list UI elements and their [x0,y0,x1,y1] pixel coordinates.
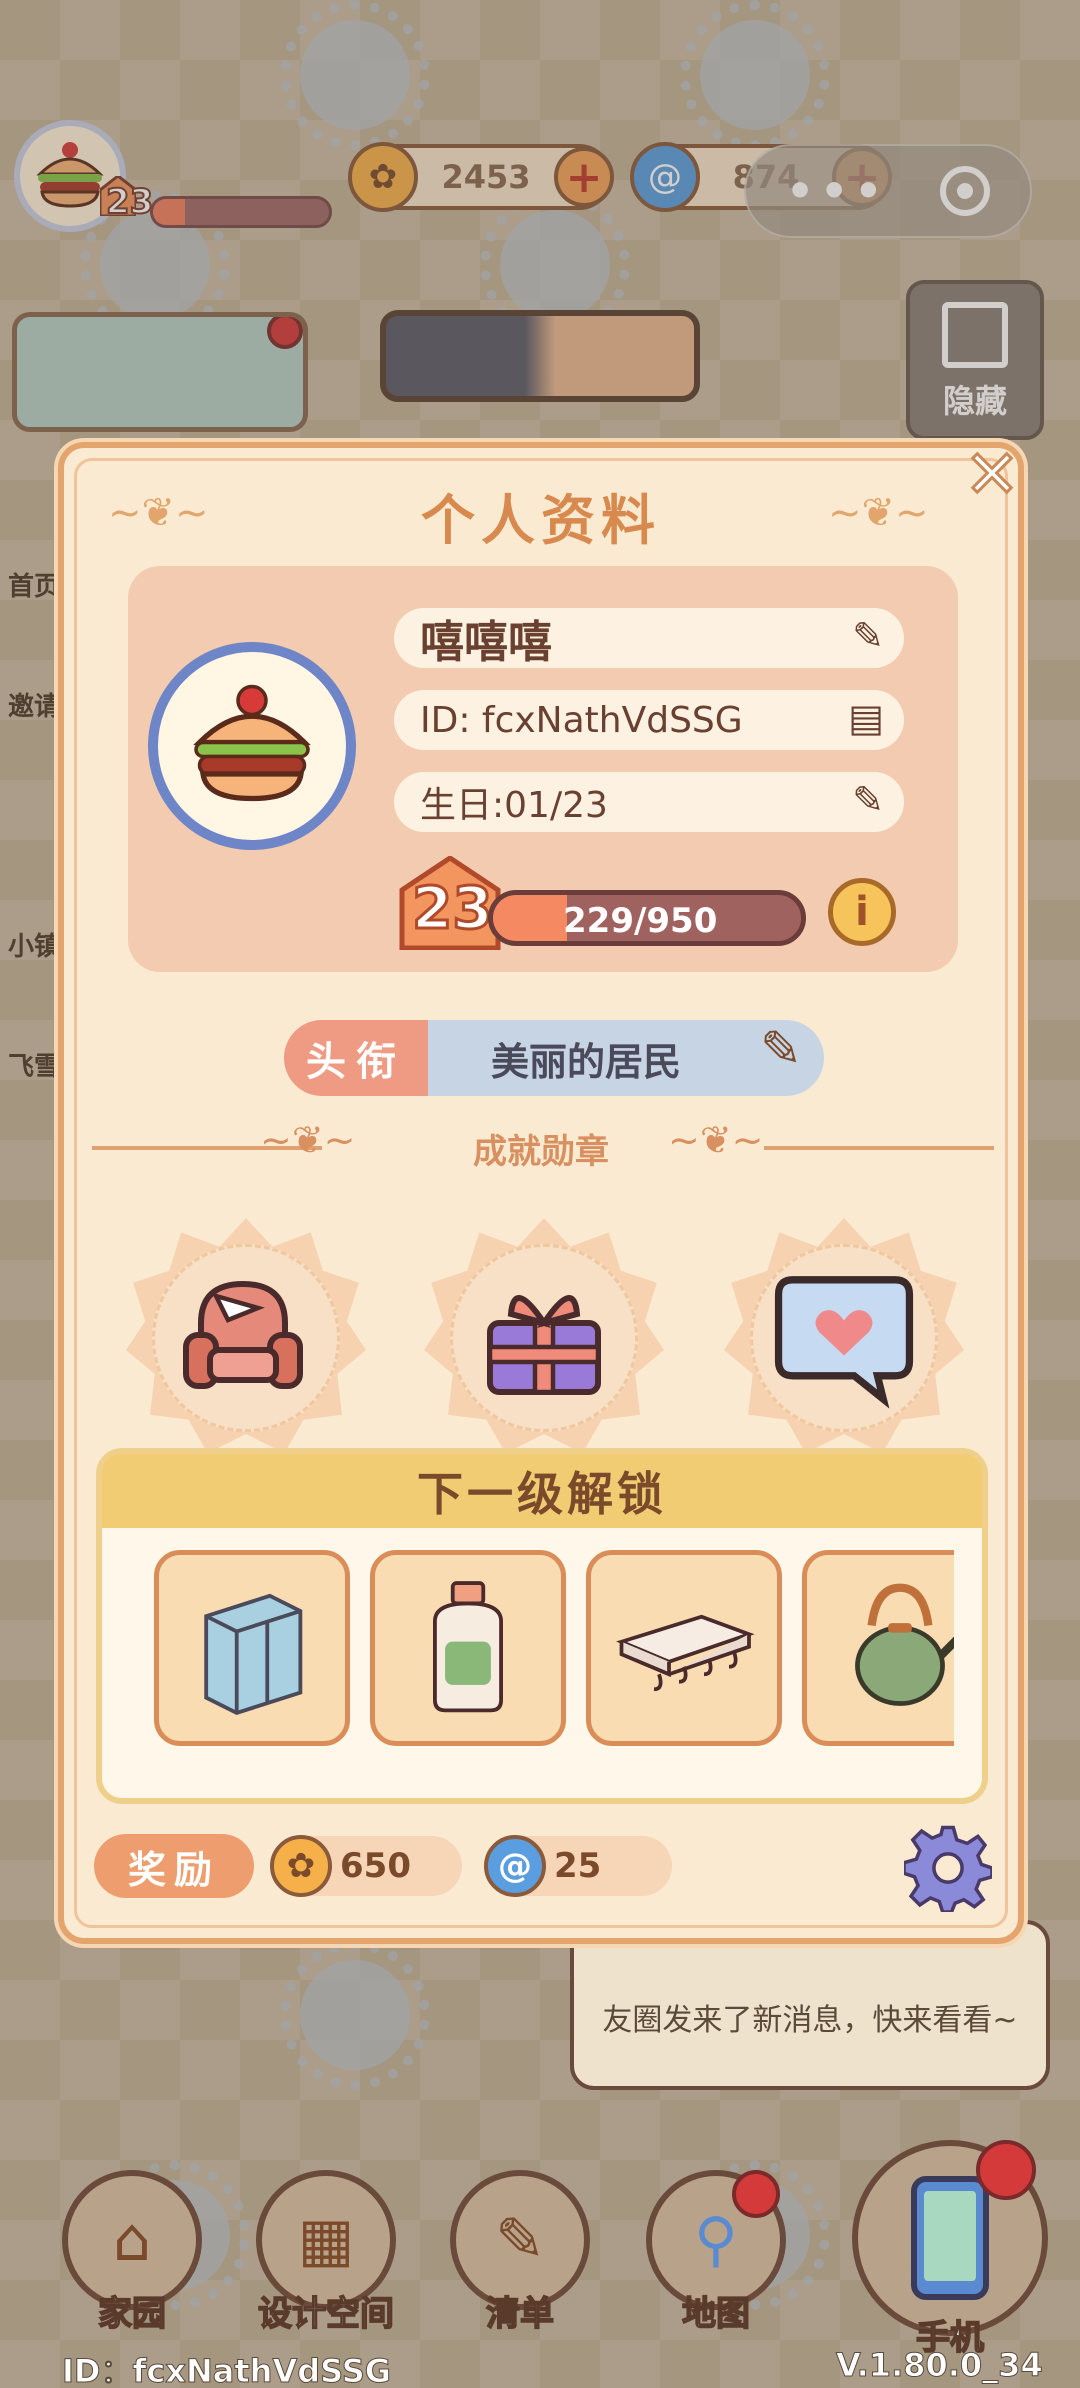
edit-title-icon[interactable]: ✎ [760,1020,802,1078]
reward-coins-value: 650 [340,1846,411,1886]
profile-dialog: ~❦~ 个人资料 ~❦~ 嘻嘻嘻 ✎ ID: fcxNathVdSSG ▤ 生日… [58,442,1024,1944]
profile-card: 嘻嘻嘻 ✎ ID: fcxNathVdSSG ▤ 生日:01/23 ✎ 23 2… [128,566,958,972]
bottle-icon [433,1581,503,1713]
profile-level: 23 [411,873,495,944]
friend-circle-notice[interactable]: 友圈发来了新消息，快来看看~ [570,1920,1050,2090]
player-birthday: 生日:01/23 [420,785,608,826]
nav-design-label: 设计空间 [257,2293,395,2335]
player-id: ID: fcxNathVdSSG [420,699,743,741]
player-name: 嘻嘻嘻 [420,617,552,668]
achievement-badge[interactable] [724,1218,964,1458]
unlock-items-list[interactable] [154,1550,954,1750]
name-field: 嘻嘻嘻 ✎ [394,608,904,668]
unlock-item-cabinet[interactable] [154,1550,350,1746]
achievement-badge[interactable] [126,1218,366,1458]
unlock-item-detergent[interactable] [370,1550,566,1746]
xp-bar: 229/950 [488,890,806,946]
copy-icon[interactable]: ▤ [848,696,884,740]
unlock-item-shelf[interactable] [586,1550,782,1746]
birthday-field: 生日:01/23 ✎ [394,772,904,832]
id-field: ID: fcxNathVdSSG ▤ [394,690,904,750]
armchair-icon [183,1280,303,1389]
phone-icon [911,2176,989,2300]
info-button[interactable]: i [828,878,896,946]
profile-avatar[interactable] [148,642,356,850]
reward-label: 奖励 [94,1834,254,1898]
flourish-icon: ~❦~ [668,1118,764,1162]
shelf-icon [616,1614,755,1692]
achievement-badge[interactable] [424,1218,664,1458]
reward-coins: ✿ 650 [270,1835,462,1897]
settings-gear-icon[interactable] [904,1824,992,1912]
coin-icon: ✿ [270,1835,332,1897]
close-dialog-button[interactable]: ✕ [958,434,1026,514]
blueprint-icon: ▦ [297,2205,355,2275]
unlock-header: 下一级解锁 [102,1454,982,1528]
title-tag: 头衔 [284,1020,428,1096]
footer-id: ID：fcxNathVdSSG [61,2352,392,2388]
xp-text: 229/950 [563,901,718,941]
swirl-gem-icon: @ [484,1835,546,1897]
player-title-row: 头衔 美丽的居民 [284,1020,824,1096]
next-level-unlock-panel: 下一级解锁 [96,1448,988,1804]
divider [764,1146,994,1150]
burger-icon [193,684,311,802]
unlock-item-kettle[interactable] [802,1550,954,1746]
reward-gems: @ 25 [484,1835,672,1897]
xp-bar-fill [493,895,568,941]
edit-pen-icon[interactable]: ✎ [852,778,884,822]
nav-map-label: 地图 [681,2293,751,2335]
nav-list-label: 清单 [485,2293,555,2335]
footer-version: V.1.80.0_34 [836,2346,1044,2385]
map-notification-dot [732,2170,780,2218]
phone-notification-dot [976,2140,1036,2200]
map-pin-icon: ⚲ [694,2205,738,2275]
reward-gems-value: 25 [554,1846,602,1886]
kettle-icon [855,1583,954,1706]
scroll-ornament-icon: ~❦~ [828,490,929,536]
gift-icon [487,1295,601,1395]
message-heart-icon [774,1276,914,1409]
cabinet-icon [204,1593,303,1715]
edit-pen-icon[interactable]: ✎ [852,614,884,658]
notice-text: 友圈发来了新消息，快来看看~ [602,2003,1018,2038]
nav-home-label: 家园 [97,2293,167,2335]
checklist-icon: ✎ [494,2205,546,2275]
house-icon: ⌂ [112,2205,152,2275]
